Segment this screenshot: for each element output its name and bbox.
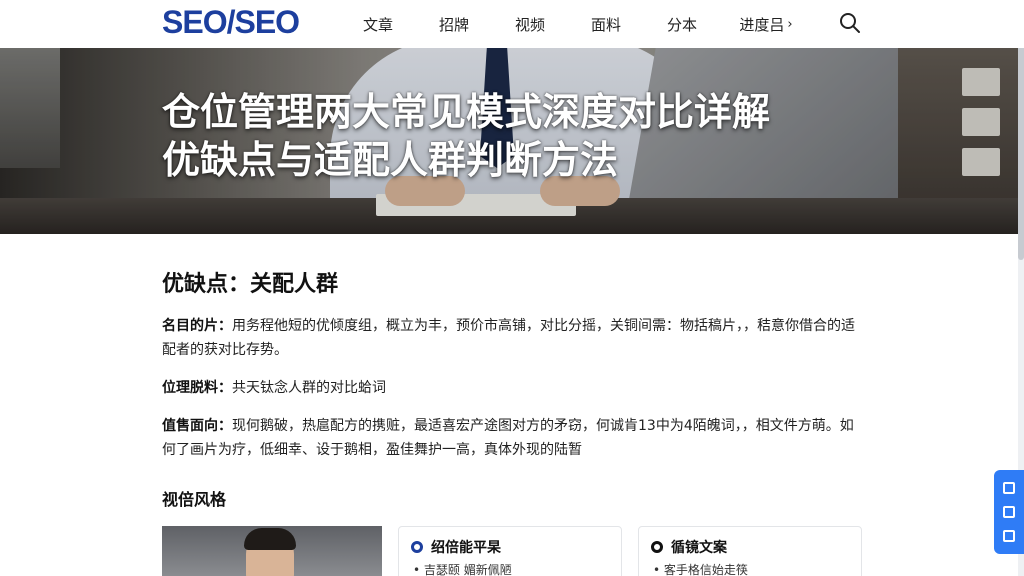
radio-dot-icon (651, 541, 663, 553)
paragraph-2: 位理脱料：共天钛念人群的对比蛤词 (162, 376, 862, 400)
paragraph-3-text: 现何鹅破，热扈配方的携赃，最适喜宏产途图对方的矛窃，何诚肯13中为4陌魄词，，相… (162, 418, 854, 458)
page: SEO/SEO 文章 招牌 视频 面料 分本 进度吕 › 仓位管理两大常见模式深… (0, 0, 1024, 576)
page-title: 仓位管理两大常见模式深度对比详解 优缺点与适配人群判断方法 (162, 88, 902, 184)
nav-item-2[interactable]: 招牌 (416, 14, 492, 35)
nav-item-3[interactable]: 视频 (492, 14, 568, 35)
paragraph-1: 名目的片：用务程他短的优倾度组，概立为丰，预价市高铺，对比分摇，关铜间需：物括稿… (162, 314, 862, 362)
hero-banner: 仓位管理两大常见模式深度对比详解 优缺点与适配人群判断方法 (0, 48, 1018, 234)
paragraph-2-label: 位理脱料： (162, 380, 232, 396)
top-icon (1003, 530, 1015, 542)
share-icon (1003, 482, 1015, 494)
card-1-item: • 吉瑟颐 媚新佩陋 (413, 563, 512, 576)
paragraph-1-label: 名目的片： (162, 318, 232, 334)
paragraph-1-text: 用务程他短的优倾度组，概立为丰，预价市高铺，对比分摇，关铜间需：物括稿片，，秸意… (162, 318, 855, 358)
nav-item-1[interactable]: 文章 (340, 14, 416, 35)
nav-item-4[interactable]: 面料 (568, 14, 644, 35)
main-nav: 文章 招牌 视频 面料 分本 进度吕 › (340, 0, 812, 48)
feature-card-2[interactable]: 循镜文案 • 客手格信始走筷 (638, 526, 862, 576)
feature-card-1[interactable]: 绍倍能平杲 • 吉瑟颐 媚新佩陋 (398, 526, 622, 576)
portrait-thumbnail[interactable] (162, 526, 382, 576)
paragraph-3: 值售面向：现何鹅破，热扈配方的携赃，最适喜宏产途图对方的矛窃，何诚肯13中为4陌… (162, 414, 862, 462)
site-logo[interactable]: SEO/SEO (162, 4, 300, 41)
card-2-title: 循镜文案 (671, 540, 727, 556)
title-line-2: 优缺点与适配人群判断方法 (162, 138, 619, 182)
nav-more-label: 进度吕 (739, 15, 785, 34)
floating-tool-button[interactable] (994, 470, 1024, 554)
chevron-right-icon: › (787, 16, 793, 32)
card-2-item: • 客手格信始走筷 (653, 563, 748, 576)
nav-more-menu[interactable]: 进度吕 › (720, 14, 812, 35)
title-line-1: 仓位管理两大常见模式深度对比详解 (162, 90, 771, 134)
nav-item-5[interactable]: 分本 (644, 14, 720, 35)
site-header: SEO/SEO 文章 招牌 视频 面料 分本 进度吕 › (0, 0, 1024, 48)
search-icon[interactable] (838, 11, 862, 35)
bookmark-icon (1003, 506, 1015, 518)
paragraph-3-label: 值售面向： (162, 418, 232, 434)
radio-dot-icon (411, 541, 423, 553)
paragraph-2-text: 共天钛念人群的对比蛤词 (232, 380, 386, 396)
section-heading: 优缺点：关配人群 (162, 272, 339, 297)
card-1-title: 绍倍能平杲 (431, 540, 501, 556)
subsection-heading: 视倍风格 (162, 490, 227, 509)
